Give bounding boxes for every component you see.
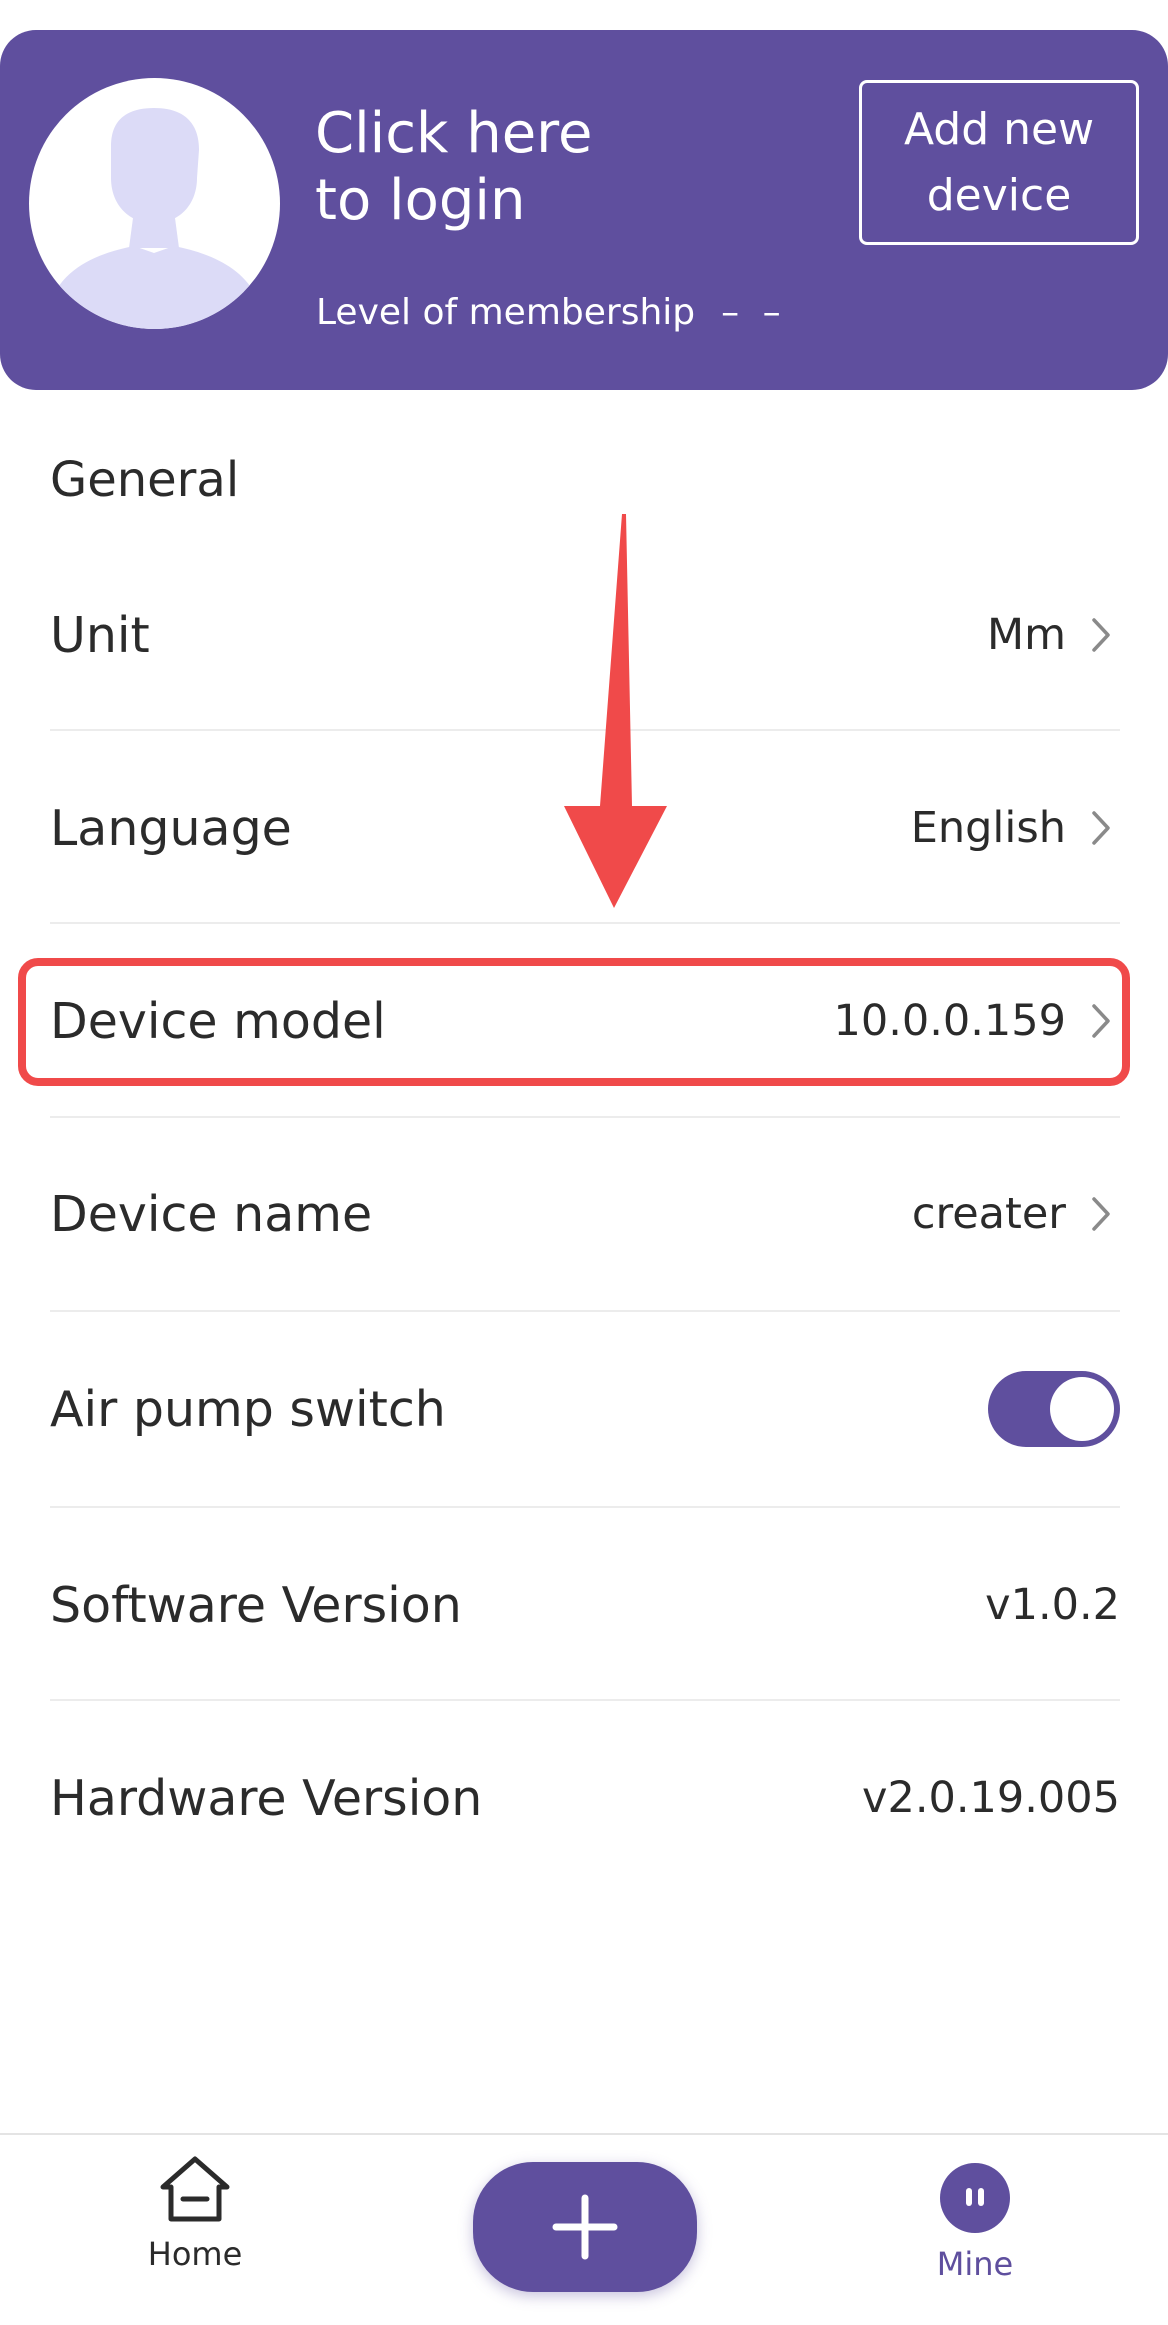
unit-label: Unit (50, 606, 150, 664)
mine-icon (940, 2163, 1010, 2233)
divider (50, 1116, 1120, 1118)
setting-row-unit[interactable]: Unit Mm (50, 575, 1120, 695)
add-button[interactable] (473, 2162, 697, 2292)
setting-row-hardware-version: Hardware Version v2.0.19.005 (50, 1738, 1120, 1858)
toggle-knob (1050, 1377, 1114, 1441)
section-title-general: General (50, 452, 240, 508)
login-link[interactable]: Click here to login (315, 100, 735, 234)
avatar[interactable] (29, 78, 280, 329)
nav-tab-home[interactable]: Home (130, 2155, 260, 2305)
device-model-value: 10.0.0.159 (833, 996, 1066, 1046)
setting-row-device-name[interactable]: Device name creater (50, 1154, 1120, 1274)
profile-header: Click here to login Level of membership –… (0, 30, 1168, 390)
chevron-right-icon (1092, 811, 1110, 845)
device-name-label: Device name (50, 1185, 373, 1243)
unit-value: Mm (987, 610, 1066, 660)
device-model-label: Device model (50, 992, 386, 1050)
language-label: Language (50, 799, 292, 857)
plus-icon (552, 2194, 618, 2260)
chevron-right-icon (1092, 618, 1110, 652)
bottom-nav: Home Mine (0, 2133, 1168, 2325)
add-device-label: Add new device (903, 103, 1095, 221)
membership-level: Level of membership – – (316, 292, 787, 333)
nav-label-mine: Mine (936, 2245, 1014, 2283)
nav-tab-mine[interactable]: Mine (910, 2163, 1040, 2313)
divider (50, 1506, 1120, 1508)
membership-label: Level of membership (316, 292, 696, 333)
membership-value: – – (721, 292, 787, 333)
divider (50, 1699, 1120, 1701)
hardware-version-label: Hardware Version (50, 1769, 483, 1827)
software-version-value: v1.0.2 (985, 1580, 1120, 1630)
chevron-right-icon (1092, 1004, 1110, 1038)
setting-row-air-pump: Air pump switch (50, 1349, 1120, 1469)
setting-row-software-version: Software Version v1.0.2 (50, 1545, 1120, 1665)
login-line-2: to login (315, 168, 526, 233)
air-pump-label: Air pump switch (50, 1380, 446, 1438)
chevron-right-icon (1092, 1197, 1110, 1231)
divider (50, 729, 1120, 731)
divider (50, 922, 1120, 924)
language-value: English (910, 803, 1066, 853)
nav-label-home: Home (147, 2235, 243, 2273)
divider (50, 1310, 1120, 1312)
hardware-version-value: v2.0.19.005 (862, 1773, 1120, 1823)
software-version-label: Software Version (50, 1576, 462, 1634)
setting-row-language[interactable]: Language English (50, 768, 1120, 888)
add-device-button[interactable]: Add new device (859, 80, 1139, 245)
home-icon (160, 2156, 230, 2222)
air-pump-toggle[interactable] (988, 1371, 1120, 1447)
avatar-icon (49, 108, 261, 329)
login-line-1: Click here (315, 101, 593, 166)
device-name-value: creater (911, 1189, 1066, 1239)
setting-row-device-model[interactable]: Device model 10.0.0.159 (50, 961, 1120, 1081)
